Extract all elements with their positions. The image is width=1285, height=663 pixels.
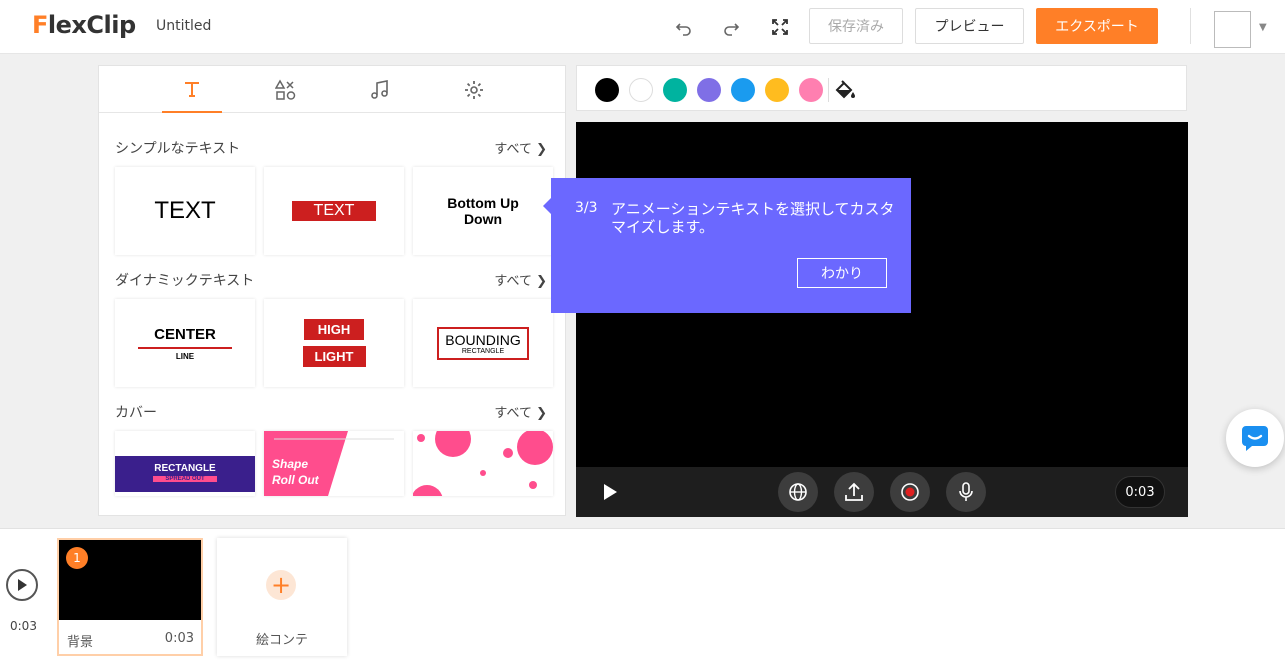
music-icon (371, 79, 388, 99)
clip-number-badge: 1 (66, 547, 88, 569)
undo-icon[interactable] (672, 15, 696, 39)
tab-elements[interactable] (256, 66, 316, 113)
text-card-bottom-up[interactable]: Bottom Up Down (413, 167, 553, 255)
tab-settings[interactable] (444, 66, 504, 113)
text-card-red-bar[interactable]: TEXT (264, 167, 404, 255)
text-panel: シンプルなテキスト すべて ❯ TEXT TEXT Bottom Up Down… (98, 65, 566, 516)
dots-pattern (413, 431, 553, 496)
text-card-bounding-rectangle[interactable]: BOUNDING RECTANGLE (413, 299, 553, 387)
player-time: 0:03 (1115, 476, 1165, 508)
panel-tabs (99, 66, 565, 113)
microphone-icon (959, 482, 973, 501)
cover-band (115, 456, 255, 492)
redo-icon[interactable] (719, 15, 743, 39)
section-title-dynamic-text: ダイナミックテキスト (115, 273, 255, 289)
toolbar-divider (828, 78, 829, 102)
see-all-dynamic-text[interactable]: すべて ❯ (494, 270, 547, 289)
color-swatch-yellow[interactable] (765, 78, 789, 102)
section-title-simple-text: シンプルなテキスト (115, 141, 241, 157)
color-swatch-purple[interactable] (697, 78, 721, 102)
preview-button[interactable]: プレビュー (915, 8, 1024, 44)
storyboard-button[interactable]: + 絵コンテ (217, 538, 347, 656)
toolbar-divider (1190, 8, 1191, 44)
color-swatch-black[interactable] (595, 78, 619, 102)
chevron-down-icon[interactable]: ▼ (1259, 22, 1267, 33)
export-button[interactable]: エクスポート (1036, 8, 1158, 44)
see-all-cover[interactable]: すべて ❯ (494, 402, 547, 421)
globe-icon (789, 483, 807, 501)
clip-duration: 0:03 (164, 631, 194, 646)
tooltip-step: 3/3 (575, 200, 598, 216)
cover-card-dots[interactable] (413, 431, 553, 496)
center-divider (138, 346, 232, 349)
text-card-plain[interactable]: TEXT (115, 167, 255, 255)
saved-button[interactable]: 保存済み (809, 8, 903, 44)
language-button[interactable] (778, 472, 818, 512)
color-toolbar (576, 65, 1187, 111)
color-swatch-pink[interactable] (799, 78, 823, 102)
play-icon[interactable] (600, 482, 620, 502)
text-card-center-line[interactable]: CENTER LINE (115, 299, 255, 387)
fullscreen-icon[interactable] (768, 15, 792, 39)
tab-text[interactable] (162, 66, 222, 113)
text-card-highlight[interactable]: HIGH LIGHT (264, 299, 404, 387)
cover-card-rectangle[interactable]: RECTANGLE SPREAD OUT (115, 431, 255, 496)
color-swatch-white[interactable] (629, 78, 653, 102)
storyboard-label: 絵コンテ (255, 633, 308, 648)
see-all-simple-text[interactable]: すべて ❯ (494, 138, 547, 157)
onboarding-tooltip: 3/3 アニメーションテキストを選択してカスタマイズします。 わかり (543, 178, 911, 313)
plus-icon: + (266, 570, 296, 600)
player-controls: 0:03 (576, 467, 1188, 517)
record-icon (901, 483, 919, 501)
avatar[interactable] (1214, 11, 1251, 48)
paint-bucket-icon[interactable] (833, 78, 857, 102)
record-button[interactable] (890, 472, 930, 512)
tooltip-got-it-button[interactable]: わかり (797, 258, 887, 288)
scene-clip[interactable]: 1 背景 0:03 (57, 538, 203, 656)
clip-name: 背景 (67, 635, 94, 650)
color-swatch-teal[interactable] (663, 78, 687, 102)
chevron-right-icon: ❯ (536, 406, 547, 421)
gear-icon (465, 80, 483, 99)
timeline: 0:03 1 背景 0:03 + 絵コンテ (0, 528, 1285, 663)
chat-support-button[interactable] (1226, 409, 1284, 467)
flexclip-logo[interactable]: FlexClip (32, 11, 136, 39)
voiceover-button[interactable] (946, 472, 986, 512)
chevron-right-icon: ❯ (536, 142, 547, 157)
bounding-box: BOUNDING RECTANGLE (437, 326, 529, 360)
upload-icon (845, 482, 863, 501)
top-bar: FlexClip Untitled 保存済み プレビュー エクスポート ▼ (0, 0, 1285, 54)
tooltip-text: アニメーションテキストを選択してカスタマイズします。 (611, 200, 895, 236)
section-title-cover: カバー (115, 405, 157, 421)
shapes-icon (275, 78, 296, 100)
play-icon (18, 579, 27, 591)
timeline-total-time: 0:03 (10, 619, 37, 633)
chevron-right-icon: ❯ (536, 274, 547, 289)
timeline-play-button[interactable] (6, 569, 38, 601)
tab-music[interactable] (350, 66, 410, 113)
upload-button[interactable] (834, 472, 874, 512)
chat-icon (1242, 426, 1268, 451)
text-icon (185, 81, 199, 97)
color-swatch-blue[interactable] (731, 78, 755, 102)
cover-card-shape-roll-out[interactable]: Shape Roll Out (264, 431, 404, 496)
document-title[interactable]: Untitled (156, 18, 211, 34)
